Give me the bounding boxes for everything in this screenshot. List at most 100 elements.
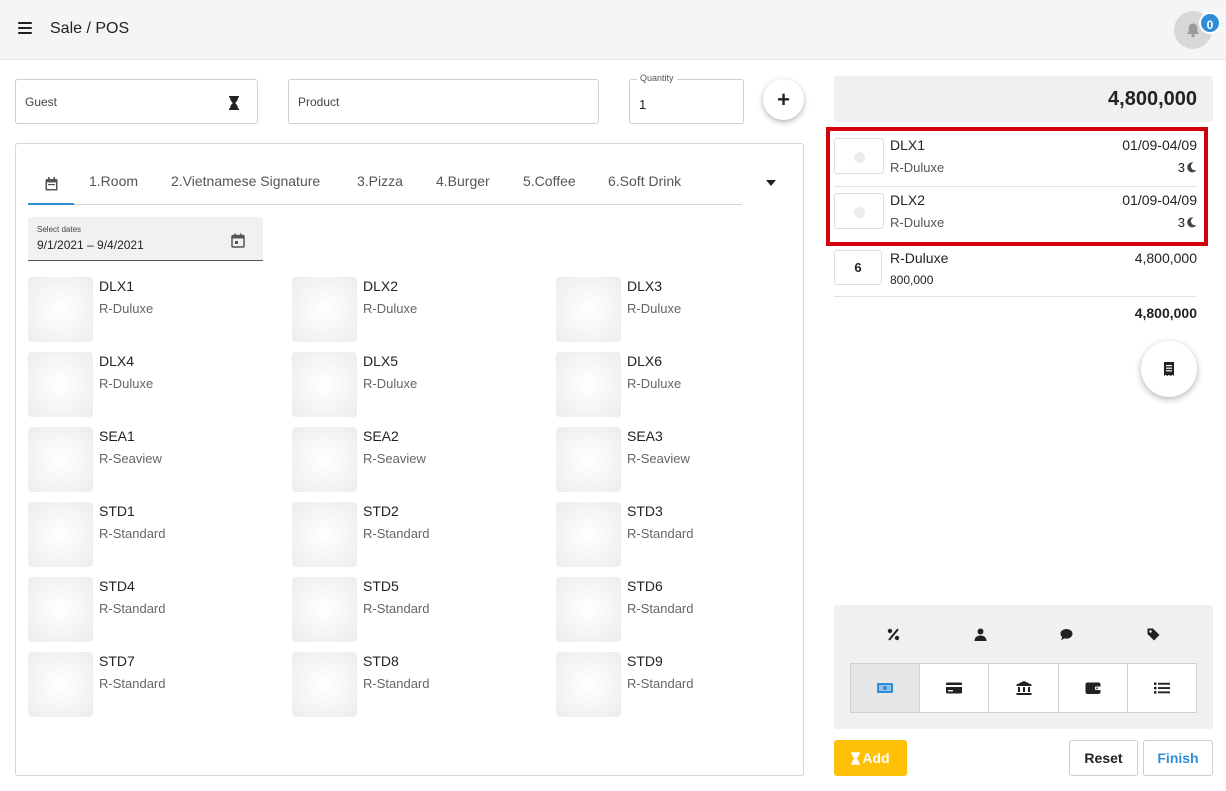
product-input[interactable]: Product (288, 79, 599, 124)
room-code: DLX5 (363, 353, 399, 369)
room-card[interactable]: STD2 R-Standard (292, 502, 532, 568)
date-range-picker[interactable]: Select dates 9/1/2021 – 9/4/2021 (28, 217, 263, 261)
group-quantity[interactable]: 6 (834, 250, 882, 285)
tab-vietnamese-signature[interactable]: 2.Vietnamese Signature (171, 173, 320, 189)
payment-panel (834, 605, 1213, 729)
tab-burger[interactable]: 4.Burger (436, 173, 490, 189)
room-card[interactable]: STD1 R-Standard (28, 502, 268, 568)
group-unit-price: 800,000 (890, 273, 934, 287)
wallet-icon (1085, 682, 1101, 694)
tabs-dropdown-icon[interactable] (766, 180, 776, 186)
room-type: R-Duluxe (363, 376, 418, 391)
tab-room[interactable]: 1.Room (89, 173, 138, 189)
room-code: STD4 (99, 578, 135, 594)
room-thumbnail (292, 352, 357, 417)
room-type: R-Seaview (627, 451, 690, 466)
add-product-button[interactable]: + (763, 79, 804, 120)
room-type: R-Standard (627, 601, 694, 616)
quantity-value: 1 (639, 97, 647, 112)
room-thumbnail (556, 277, 621, 342)
room-type: R-Standard (363, 526, 430, 541)
room-thumbnail (28, 577, 93, 642)
room-card[interactable]: DLX1 R-Duluxe (28, 277, 268, 343)
method-wallet[interactable] (1059, 664, 1128, 712)
room-card[interactable]: DLX6 R-Duluxe (556, 352, 796, 418)
room-card[interactable]: SEA1 R-Seaview (28, 427, 268, 493)
catalog-panel: 1.Room 2.Vietnamese Signature 3.Pizza 4.… (15, 143, 804, 776)
room-code: DLX3 (627, 278, 663, 294)
customer-button[interactable] (969, 623, 991, 645)
room-card[interactable]: STD3 R-Standard (556, 502, 796, 568)
receipt-button[interactable] (1141, 341, 1197, 397)
method-card[interactable] (920, 664, 990, 712)
tag-button[interactable] (1142, 623, 1164, 645)
order-group-line[interactable]: 6 R-Duluxe 800,000 4,800,000 (834, 248, 1197, 296)
room-code: DLX1 (99, 278, 135, 294)
finish-button[interactable]: Finish (1143, 740, 1213, 776)
room-thumbnail (556, 352, 621, 417)
room-code: SEA2 (363, 428, 399, 444)
cash-icon (877, 683, 894, 693)
room-code: STD8 (363, 653, 399, 669)
room-card[interactable]: STD6 R-Standard (556, 577, 796, 643)
room-card[interactable]: DLX4 R-Duluxe (28, 352, 268, 418)
room-card[interactable]: SEA3 R-Seaview (556, 427, 796, 493)
quantity-label: Quantity (637, 73, 677, 83)
tab-pizza[interactable]: 3.Pizza (357, 173, 403, 189)
guest-input[interactable]: Guest (15, 79, 258, 124)
order-total-box: 4,800,000 (834, 76, 1213, 122)
room-card[interactable]: STD4 R-Standard (28, 577, 268, 643)
list-icon (1153, 682, 1170, 694)
method-other[interactable] (1128, 664, 1196, 712)
room-card[interactable]: STD9 R-Standard (556, 652, 796, 718)
user-icon (974, 628, 986, 641)
room-code: STD5 (363, 578, 399, 594)
method-cash[interactable] (851, 664, 921, 712)
comment-icon (1060, 628, 1072, 640)
room-thumbnail (28, 652, 93, 717)
guest-placeholder: Guest (25, 95, 58, 109)
tab-calendar[interactable] (28, 164, 74, 205)
tag-icon (1147, 628, 1159, 640)
quantity-field[interactable]: Quantity 1 (629, 73, 744, 124)
menu-icon[interactable] (18, 22, 32, 36)
room-code: STD1 (99, 503, 135, 519)
room-code: SEA3 (627, 428, 663, 444)
tab-coffee[interactable]: 5.Coffee (523, 173, 576, 189)
room-thumbnail (556, 427, 621, 492)
room-thumbnail (556, 577, 621, 642)
room-code: SEA1 (99, 428, 135, 444)
discount-button[interactable] (882, 623, 904, 645)
calendar-icon[interactable] (231, 233, 245, 248)
reset-button[interactable]: Reset (1069, 740, 1138, 776)
tab-soft-drink[interactable]: 6.Soft Drink (608, 173, 681, 189)
room-card[interactable]: STD5 R-Standard (292, 577, 532, 643)
order-subtotal: 4,800,000 (1134, 305, 1197, 321)
room-code: STD7 (99, 653, 135, 669)
order-total: 4,800,000 (1108, 88, 1197, 110)
add-button[interactable]: Add (834, 740, 907, 776)
room-card[interactable]: STD7 R-Standard (28, 652, 268, 718)
percent-icon (887, 628, 899, 641)
group-name: R-Duluxe (890, 250, 949, 266)
room-type: R-Seaview (363, 451, 426, 466)
room-card[interactable]: DLX5 R-Duluxe (292, 352, 532, 418)
room-thumbnail (292, 502, 357, 567)
room-card[interactable]: SEA2 R-Seaview (292, 427, 532, 493)
room-type: R-Seaview (99, 451, 162, 466)
method-bank[interactable] (989, 664, 1059, 712)
room-type: R-Standard (99, 526, 166, 541)
note-button[interactable] (1055, 623, 1077, 645)
room-card[interactable]: DLX3 R-Duluxe (556, 277, 796, 343)
hourglass-icon[interactable] (229, 96, 239, 110)
credit-card-icon (946, 682, 963, 694)
app-header: Sale / POS 0 (0, 0, 1226, 60)
selection-highlight (826, 127, 1208, 246)
room-type: R-Standard (627, 526, 694, 541)
room-type: R-Duluxe (627, 376, 682, 391)
room-card[interactable]: DLX2 R-Duluxe (292, 277, 532, 343)
room-card[interactable]: STD8 R-Standard (292, 652, 532, 718)
subtotal-divider (834, 296, 1197, 297)
room-code: DLX4 (99, 353, 135, 369)
room-code: STD6 (627, 578, 663, 594)
